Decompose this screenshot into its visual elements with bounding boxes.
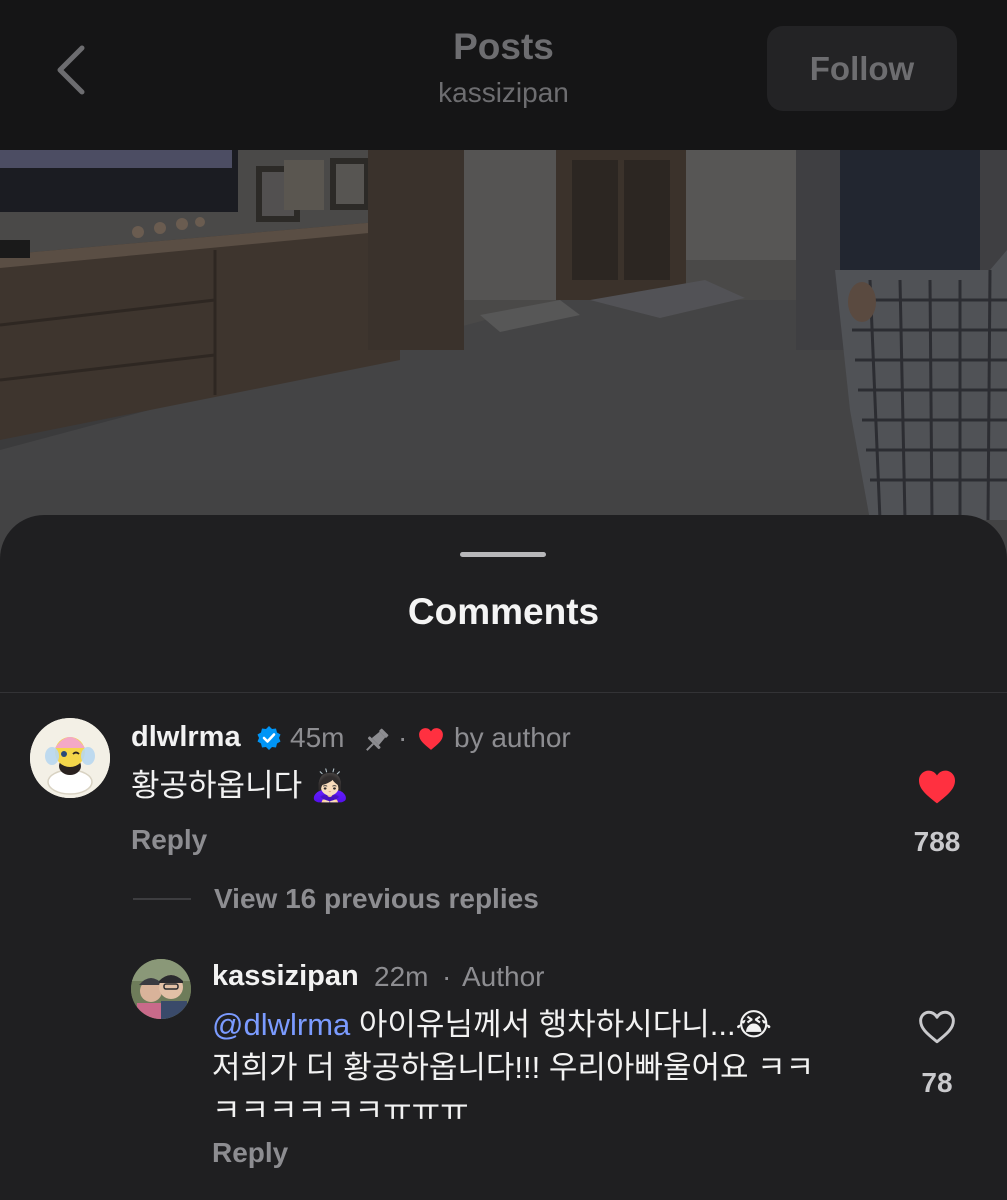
comment-username[interactable]: dlwlrma — [131, 721, 241, 754]
like-count: 78 — [921, 1067, 953, 1098]
divider — [0, 692, 1007, 693]
reply-button[interactable]: Reply — [212, 1137, 288, 1169]
reply-button[interactable]: Reply — [131, 824, 207, 856]
meta-separator: · — [398, 722, 408, 753]
reply-username[interactable]: kassizipan — [212, 960, 359, 993]
view-previous-replies-button[interactable]: View 16 previous replies — [214, 883, 539, 915]
comment-time: 45m — [290, 722, 345, 753]
like-button-heart-outline-icon[interactable] — [917, 1009, 957, 1045]
reply-text-line-1-body: 아이유님께서 행차하시다니...😭 — [358, 1007, 772, 1042]
author-badge-label: Author — [462, 961, 545, 992]
like-button-filled-heart-icon[interactable] — [917, 769, 957, 805]
meta-separator: · — [442, 961, 452, 992]
comment-text: 황공하옵니다 🙇🏻‍♀️ — [131, 768, 350, 803]
like-count: 788 — [913, 826, 961, 857]
reply-text-line-1: @dlwlrma 아이유님께서 행차하시다니...😭 — [212, 1003, 772, 1046]
heart-icon — [419, 728, 443, 750]
avatar-kassizipan[interactable] — [131, 959, 191, 1019]
mention-link[interactable]: @dlwlrma — [212, 1007, 350, 1042]
liked-by-author-label: by author — [454, 722, 571, 753]
reply-text-line-3: ㅋㅋㅋㅋㅋㅋㅠㅠㅠ — [212, 1093, 469, 1128]
follow-button[interactable]: Follow — [767, 26, 957, 111]
pin-icon — [366, 728, 389, 751]
comments-sheet: Comments dlwlrma 45m · by author 황공하옵니다 … — [0, 515, 1007, 1200]
avatar-dlwlrma[interactable] — [30, 718, 110, 798]
screen: Posts kassizipan Follow Comments dlwlrma… — [0, 0, 1007, 1200]
replies-thread-line — [133, 898, 191, 900]
sheet-title: Comments — [407, 591, 600, 632]
reply-time: 22m — [374, 961, 429, 992]
verified-badge-icon — [257, 726, 281, 750]
reply-text-line-2: 저희가 더 황공하옵니다!!! 우리아빠울어요 ㅋㅋ — [212, 1050, 815, 1085]
top-bar: Posts kassizipan Follow — [0, 0, 1007, 150]
sheet-drag-handle[interactable] — [460, 552, 546, 557]
